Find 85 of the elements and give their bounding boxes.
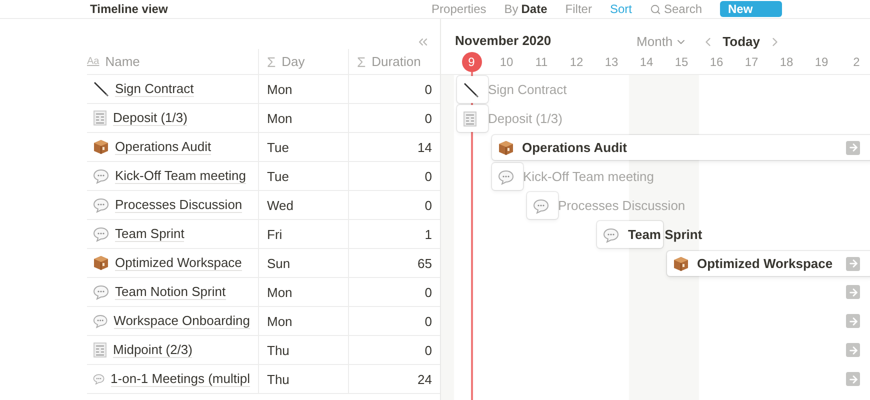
day-cell: Thu [258,336,348,364]
day-cell: Thu [258,365,348,393]
speech-bubble-icon [93,313,108,329]
name-cell[interactable]: 1-on-1 Meetings (multipl [110,371,250,387]
day-label: 16 [708,54,724,70]
view-title: Timeline view [90,2,168,16]
timeline-bar[interactable]: Optimized Workspace [667,251,870,276]
day-cell: Fri [258,220,348,248]
name-cell[interactable]: Team Sprint [115,226,184,242]
duration-cell: 0 [348,75,440,103]
column-type-icon: Aa [87,56,100,67]
day-cell: Wed [258,191,348,219]
column-type-icon: Σ [357,54,366,70]
day-cell: Tue [258,162,348,190]
day-cell: Tue [258,133,348,161]
speech-bubble-icon [93,197,109,213]
receipt-icon [463,110,477,126]
day-label: 11 [534,54,549,70]
day-cell: Mon [258,75,348,103]
speech-bubble-icon [93,284,109,300]
today-marker: 9 [462,52,482,72]
speech-bubble-icon [533,198,549,214]
duration-cell: 1 [348,220,440,248]
arrow-right-icon[interactable] [846,343,860,357]
day-label: 10 [498,54,514,70]
duration-cell: 0 [348,278,440,306]
day-label: 12 [568,54,584,70]
name-cell[interactable]: Workspace Onboarding [114,313,250,329]
day-label: 15 [674,54,690,70]
day-cell: Sun [258,249,348,277]
name-cell[interactable]: Processes Discussion [115,197,242,213]
day-label: 18 [778,54,794,70]
duration-cell: 0 [348,191,440,219]
name-cell[interactable]: Sign Contract [115,81,194,97]
pen-icon [93,81,109,97]
duration-cell: 0 [348,307,440,335]
month-title: November 2020 [455,33,552,49]
column-type-icon: Σ [267,54,276,70]
pen-icon [463,82,479,98]
timeline-card[interactable] [457,76,488,103]
package-icon [93,139,109,155]
timeline-label: Sign Contract [488,82,567,97]
day-label: 17 [744,54,760,70]
toolbar-link[interactable]: By Date [504,2,548,16]
arrow-right-icon[interactable] [846,285,860,299]
name-cell[interactable]: Team Notion Sprint [115,284,226,300]
day-label: 14 [638,54,654,70]
name-cell[interactable]: Operations Audit [115,139,212,155]
arrow-right-icon[interactable] [846,372,860,386]
name-cell[interactable]: Kick-Off Team meeting [115,168,246,184]
package-icon [93,255,109,271]
duration-cell: 0 [348,162,440,190]
duration-cell: 0 [348,336,440,364]
name-cell[interactable]: Deposit (1/3) [113,110,188,126]
day-cell: Mon [258,278,348,306]
name-cell[interactable]: Optimized Workspace [115,255,242,271]
speech-bubble-icon [93,168,109,184]
package-icon [673,256,689,272]
receipt-icon [93,342,107,358]
day-cell: Mon [258,307,348,335]
name-cell[interactable]: Midpoint (2/3) [113,342,192,358]
speech-bubble-icon [93,226,109,242]
today-button[interactable]: Today [722,34,760,49]
timeline-label: Team Sprint [628,227,702,242]
day-label: 19 [814,54,830,70]
arrow-right-icon[interactable] [846,256,860,270]
arrow-right-icon[interactable] [846,140,860,154]
duration-cell: 14 [348,133,440,161]
timeline-bar[interactable]: Operations Audit [492,135,870,160]
timeline-label: Kick-Off Team meeting [523,169,654,184]
speech-bubble-icon [498,168,514,184]
timeline-card[interactable] [597,221,663,248]
duration-cell: 24 [348,365,440,393]
duration-cell: 0 [348,104,440,132]
timeline-label: Deposit (1/3) [488,111,562,126]
speech-bubble-icon [603,226,619,242]
day-label: 13 [604,54,620,70]
day-label: 2 [852,54,861,70]
package-icon [498,140,514,156]
arrow-right-icon[interactable] [846,314,860,328]
day-cell: Mon [258,104,348,132]
duration-cell: 65 [348,249,440,277]
search-icon [650,4,661,14]
receipt-icon [93,110,107,126]
timeline-label: Processes Discussion [558,198,686,213]
